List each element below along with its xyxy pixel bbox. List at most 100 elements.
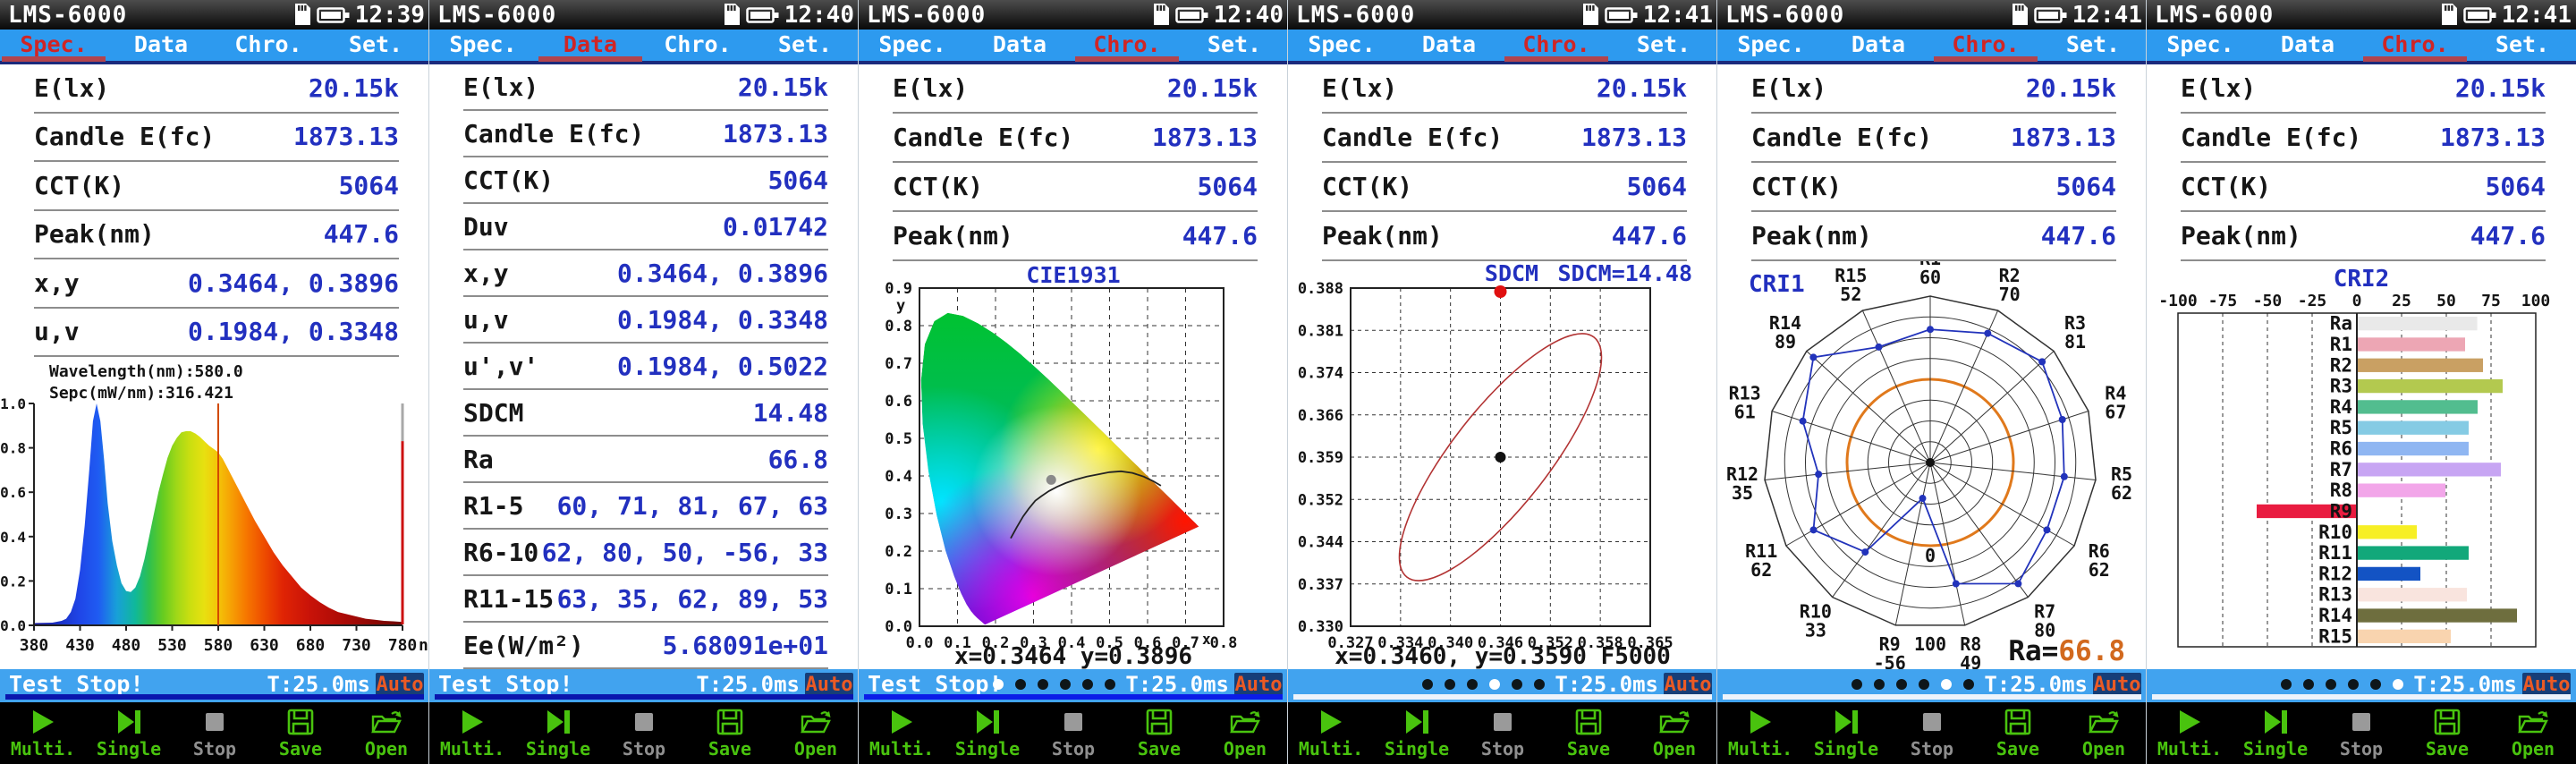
row-label: Candle E(fc) [2181, 123, 2362, 152]
row-label: u',v' [463, 351, 539, 381]
svg-text:-25: -25 [2298, 292, 2327, 310]
tab-chro[interactable]: Chro. [1503, 30, 1610, 62]
multi-button[interactable]: Multi. [2147, 702, 2233, 764]
single-button[interactable]: Single [1374, 702, 1460, 764]
toolbar-button-label: Open [793, 738, 838, 760]
single-button[interactable]: Single [86, 702, 172, 764]
stop-button[interactable]: Stop [2318, 702, 2404, 764]
auto-mode-badge[interactable]: Auto [1234, 673, 1283, 697]
svg-text:0.7: 0.7 [885, 355, 912, 373]
tab-data[interactable]: Data [966, 30, 1073, 61]
row-value: 20.15k [2454, 73, 2546, 103]
page-dot [1512, 679, 1522, 690]
stop-button[interactable]: Stop [172, 702, 258, 764]
tab-data[interactable]: Data [1825, 30, 1932, 61]
single-button[interactable]: Single [515, 702, 601, 764]
open-button[interactable]: Open [343, 702, 429, 764]
readout-row: u,v 0.1984, 0.3348 [463, 297, 828, 344]
svg-text:x: x [1202, 631, 1211, 648]
tab-set[interactable]: Set. [2469, 30, 2576, 61]
tab-spec[interactable]: Spec. [429, 30, 537, 61]
save-button[interactable]: Save [258, 702, 343, 764]
svg-text:62: 62 [2111, 482, 2132, 504]
row-label: SDCM [463, 397, 524, 428]
svg-text:0.8: 0.8 [0, 440, 26, 457]
tab-data[interactable]: Data [1395, 30, 1503, 61]
tab-set[interactable]: Set. [322, 30, 429, 61]
save-button[interactable]: Save [1116, 702, 1202, 764]
readout-row: Peak(nm) 447.6 [34, 211, 399, 259]
open-button[interactable]: Open [2490, 702, 2576, 764]
tab-data[interactable]: Data [537, 30, 644, 62]
save-icon [2004, 709, 2031, 735]
single-button[interactable]: Single [2233, 702, 2318, 764]
readout-row: Duv 0.01742 [463, 204, 828, 250]
row-label: CCT(K) [34, 170, 125, 200]
row-value: 1873.13 [1151, 123, 1258, 152]
tab-spec[interactable]: Spec. [2147, 30, 2254, 61]
stop-button[interactable]: Stop [1889, 702, 1975, 764]
tab-chro[interactable]: Chro. [2361, 30, 2469, 62]
stop-button[interactable]: Stop [1030, 702, 1116, 764]
stop-button[interactable]: Stop [1460, 702, 1546, 764]
auto-mode-badge[interactable]: Auto [805, 673, 853, 697]
toolbar-button-label: Stop [192, 738, 237, 760]
svg-text:SDCM: SDCM [1485, 261, 1538, 286]
toolbar-button-label: Single [1813, 738, 1879, 760]
readout-row: Ee(W/m²) 5.68091e+01 [463, 623, 828, 669]
stop-button[interactable]: Stop [601, 702, 687, 764]
single-button[interactable]: Single [1803, 702, 1889, 764]
svg-text:0.3: 0.3 [885, 505, 912, 523]
open-button[interactable]: Open [1631, 702, 1717, 764]
open-button[interactable]: Open [2061, 702, 2147, 764]
toolbar-button-label: Multi. [1727, 738, 1793, 760]
open-button[interactable]: Open [773, 702, 859, 764]
save-button[interactable]: Save [687, 702, 773, 764]
multi-button[interactable]: Multi. [429, 702, 515, 764]
auto-mode-badge[interactable]: Auto [1664, 673, 1712, 697]
tab-chro[interactable]: Chro. [1932, 30, 2039, 62]
tab-spec[interactable]: Spec. [0, 30, 107, 62]
toolbar-button-label: Open [2511, 738, 2555, 760]
tab-set[interactable]: Set. [1181, 30, 1288, 61]
tab-spec[interactable]: Spec. [1717, 30, 1825, 61]
multi-button[interactable]: Multi. [859, 702, 945, 764]
multi-button[interactable]: Multi. [1288, 702, 1374, 764]
tab-set[interactable]: Set. [2039, 30, 2147, 61]
sdcm-chart: SDCM SDCM=14.48 0.388 0.381 0.374 0.366 0.359 0… [1298, 261, 1692, 669]
tab-set[interactable]: Set. [1610, 30, 1717, 61]
tab-data[interactable]: Data [2254, 30, 2361, 61]
svg-text:SDCM=14.48: SDCM=14.48 [1557, 261, 1692, 286]
progress-line [2152, 694, 2571, 700]
auto-mode-badge[interactable]: Auto [376, 673, 424, 697]
tab-set[interactable]: Set. [751, 30, 859, 61]
save-button[interactable]: Save [1975, 702, 2061, 764]
tab-data[interactable]: Data [107, 30, 215, 61]
open-button[interactable]: Open [1202, 702, 1288, 764]
multi-button[interactable]: Multi. [0, 702, 86, 764]
app-title: LMS-6000 [437, 2, 557, 29]
save-button[interactable]: Save [2404, 702, 2490, 764]
page-dot [1489, 679, 1500, 690]
svg-text:CRI1: CRI1 [1749, 271, 1805, 298]
readout-row: u,v 0.1984, 0.3348 [34, 309, 399, 357]
tab-spec[interactable]: Spec. [859, 30, 966, 61]
tab-chro[interactable]: Chro. [644, 30, 751, 61]
auto-mode-badge[interactable]: Auto [2522, 673, 2571, 697]
tab-bar: Spec. Data Chro. Set. [1288, 30, 1717, 64]
single-button[interactable]: Single [945, 702, 1030, 764]
row-label: R11-15 [463, 583, 555, 614]
multi-button[interactable]: Multi. [1717, 702, 1803, 764]
tab-spec[interactable]: Spec. [1288, 30, 1395, 61]
row-value: 447.6 [2470, 221, 2546, 250]
play-icon [33, 710, 54, 734]
tab-chro[interactable]: Chro. [215, 30, 322, 61]
tab-chro[interactable]: Chro. [1073, 30, 1181, 62]
progress-line [5, 694, 424, 700]
readout-row: CCT(K) 5064 [463, 157, 828, 204]
svg-text:x=0.3464 y=0.3896: x=0.3464 y=0.3896 [954, 643, 1192, 669]
auto-mode-badge[interactable]: Auto [2093, 673, 2141, 697]
save-button[interactable]: Save [1546, 702, 1631, 764]
active-tab-underline [2, 56, 106, 62]
svg-text:Ra=66.8: Ra=66.8 [2008, 635, 2125, 667]
